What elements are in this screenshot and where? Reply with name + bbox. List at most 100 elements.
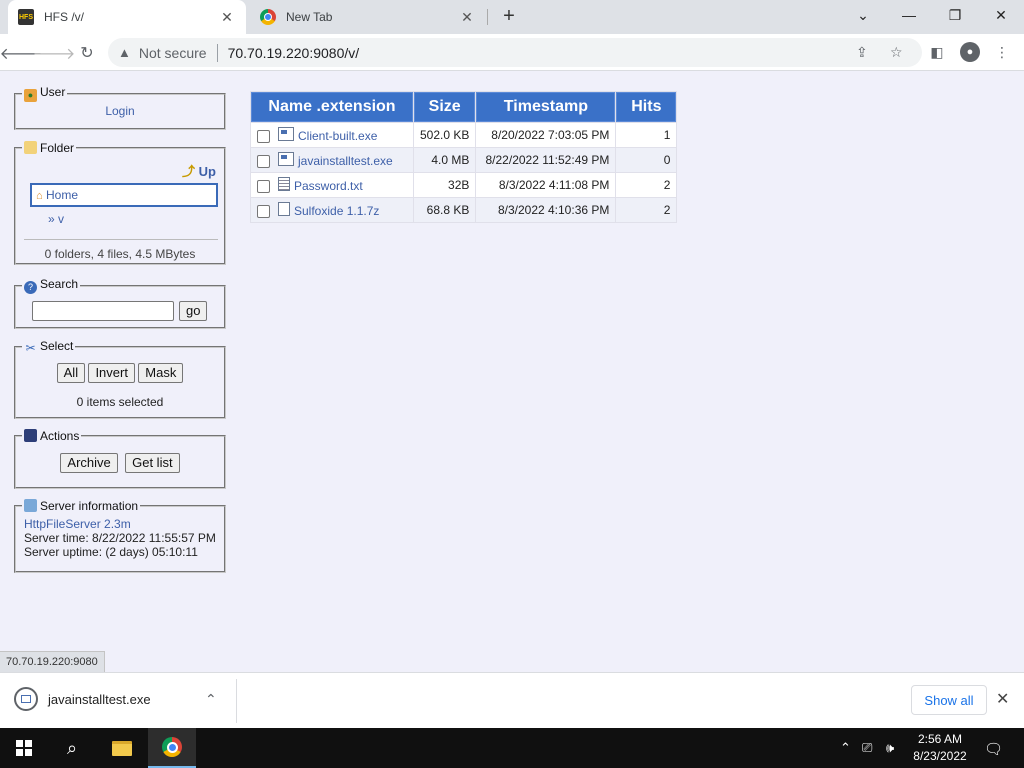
column-header-hits[interactable]: Hits <box>616 92 677 122</box>
file-hits: 0 <box>616 148 677 172</box>
help-icon: ? <box>24 281 37 294</box>
tab-title: HFS /v/ <box>44 10 85 24</box>
search-input[interactable] <box>32 301 174 321</box>
tab-search-chevron-icon[interactable]: ⌄ <box>840 0 886 30</box>
back-button[interactable]: 🡐 <box>0 40 42 66</box>
chevron-up-icon[interactable]: ⌃ <box>205 691 217 708</box>
file-name-cell: javainstalltest.exe <box>251 148 413 172</box>
executable-file-icon <box>278 151 294 166</box>
folder-panel: Folder ⤴ Up ⌂ Home » v 0 folders, 4 file… <box>14 141 226 265</box>
file-list-table: Name .extension Size Timestamp Hits Clie… <box>250 91 678 223</box>
folder-home-item[interactable]: ⌂ Home <box>30 183 218 207</box>
server-info-panel: Server information HttpFileServer 2.3m S… <box>14 499 226 573</box>
tab-title: New Tab <box>286 10 333 24</box>
table-row: Password.txt 32B 8/3/2022 4:11:08 PM 2 <box>251 173 677 197</box>
minimize-button[interactable]: — <box>886 0 932 30</box>
folder-legend-text: Folder <box>40 141 75 155</box>
close-tab-icon[interactable]: ✕ <box>218 8 236 26</box>
forward-button[interactable]: 🡒 <box>33 40 76 66</box>
mask-button[interactable]: Mask <box>138 363 184 383</box>
windows-logo-icon <box>16 740 32 756</box>
up-arrow-icon: ⤴ <box>182 164 196 179</box>
actions-legend-text: Actions <box>40 429 80 443</box>
divider <box>216 43 218 62</box>
new-tab-button[interactable]: + <box>498 5 520 27</box>
notifications-icon[interactable]: 🗨 <box>984 740 1003 758</box>
file-size: 4.0 MB <box>414 148 476 172</box>
home-label[interactable]: Home <box>46 188 78 202</box>
tab-hfs[interactable]: HFS HFS /v/ ✕ <box>8 0 246 34</box>
up-label[interactable]: Up <box>199 164 216 179</box>
side-panel-icon[interactable]: ◧ <box>927 42 947 62</box>
menu-kebab-icon[interactable]: ⋮ <box>992 42 1012 62</box>
file-explorer-icon[interactable] <box>98 728 146 768</box>
select-all-button[interactable]: All <box>56 363 86 383</box>
generic-file-icon <box>278 201 290 216</box>
file-link[interactable]: Client-built.exe <box>298 129 377 143</box>
start-button[interactable] <box>0 728 48 768</box>
hfs-version-link[interactable]: HttpFileServer 2.3m <box>24 517 224 531</box>
folder-divider <box>24 239 218 240</box>
home-icon: ⌂ <box>36 190 43 202</box>
table-row: Sulfoxide 1.1.7z 68.8 KB 8/3/2022 4:10:3… <box>251 198 677 222</box>
executable-file-icon <box>278 126 294 141</box>
reload-button[interactable]: ↻ <box>74 40 100 66</box>
text-file-icon <box>278 176 290 191</box>
warning-icon[interactable]: ▲ <box>118 45 131 60</box>
folder-v-item[interactable]: » v <box>48 212 64 226</box>
file-link[interactable]: Password.txt <box>294 179 363 193</box>
row-checkbox[interactable] <box>257 130 270 144</box>
close-tab-icon[interactable]: ✕ <box>458 8 476 26</box>
file-size: 502.0 KB <box>414 123 476 147</box>
tray-chevron-icon[interactable]: ⌃ <box>840 740 851 756</box>
actions-legend: Actions <box>22 429 81 443</box>
taskbar-clock[interactable]: 2:56 AM 8/23/2022 <box>906 731 974 765</box>
server-icon <box>24 499 37 512</box>
file-timestamp: 8/3/2022 4:11:08 PM <box>476 173 616 197</box>
column-header-timestamp[interactable]: Timestamp <box>476 92 616 122</box>
user-panel: ● User Login <box>14 85 226 130</box>
download-item[interactable]: javainstalltest.exe <box>14 687 151 711</box>
file-size: 32B <box>414 173 476 197</box>
security-label[interactable]: Not secure <box>139 45 207 61</box>
column-header-name[interactable]: Name .extension <box>251 92 413 122</box>
restore-button[interactable]: ❐ <box>932 0 978 30</box>
tab-new-tab[interactable]: New Tab ✕ <box>250 0 486 34</box>
file-timestamp: 8/22/2022 11:52:49 PM <box>476 148 616 172</box>
row-checkbox[interactable] <box>257 180 270 194</box>
browser-toolbar: 🡐 🡒 ↻ ▲ Not secure 70.70.19.220:9080/v/ … <box>0 34 1024 71</box>
file-link[interactable]: Sulfoxide 1.1.7z <box>294 204 379 218</box>
search-go-button[interactable]: go <box>179 301 208 321</box>
download-filename[interactable]: javainstalltest.exe <box>48 692 151 707</box>
column-header-size[interactable]: Size <box>414 92 476 122</box>
chrome-taskbar-icon[interactable] <box>148 728 196 768</box>
tab-strip: HFS HFS /v/ ✕ New Tab ✕ + ⌄ — ❐ ✕ <box>0 0 1024 34</box>
url-text[interactable]: 70.70.19.220:9080/v/ <box>228 45 360 61</box>
actions-panel: Actions Archive Get list <box>14 429 226 489</box>
bookmark-star-icon[interactable]: ☆ <box>890 44 903 61</box>
file-link[interactable]: javainstalltest.exe <box>298 154 393 168</box>
address-bar[interactable]: ▲ Not secure 70.70.19.220:9080/v/ ⇪ ☆ <box>108 38 922 67</box>
close-window-button[interactable]: ✕ <box>978 0 1024 30</box>
network-icon[interactable]: ⎚ <box>862 740 872 756</box>
get-list-button[interactable]: Get list <box>125 453 180 473</box>
row-checkbox[interactable] <box>257 155 270 169</box>
volume-icon[interactable]: 🕪 <box>886 740 894 756</box>
download-file-icon <box>14 687 38 711</box>
archive-button[interactable]: Archive <box>60 453 118 473</box>
show-all-button[interactable]: Show all <box>911 685 987 715</box>
search-taskbar-icon[interactable]: ⌕ <box>48 728 96 768</box>
file-timestamp: 8/20/2022 7:03:05 PM <box>476 123 616 147</box>
share-icon[interactable]: ⇪ <box>856 44 868 61</box>
login-link[interactable]: Login <box>105 104 134 118</box>
up-link[interactable]: ⤴ Up <box>182 161 216 180</box>
table-header-row: Name .extension Size Timestamp Hits <box>251 92 677 122</box>
invert-button[interactable]: Invert <box>88 363 135 383</box>
row-checkbox[interactable] <box>257 205 270 219</box>
select-legend: ✂ Select <box>22 339 75 355</box>
profile-avatar-icon[interactable]: ● <box>960 42 980 62</box>
floppy-icon <box>24 429 37 442</box>
close-download-bar-icon[interactable]: ✕ <box>996 689 1009 709</box>
page-viewport: ● User Login Folder ⤴ Up ⌂ Home » v 0 fol… <box>0 71 1024 672</box>
user-legend: ● User <box>22 85 67 102</box>
